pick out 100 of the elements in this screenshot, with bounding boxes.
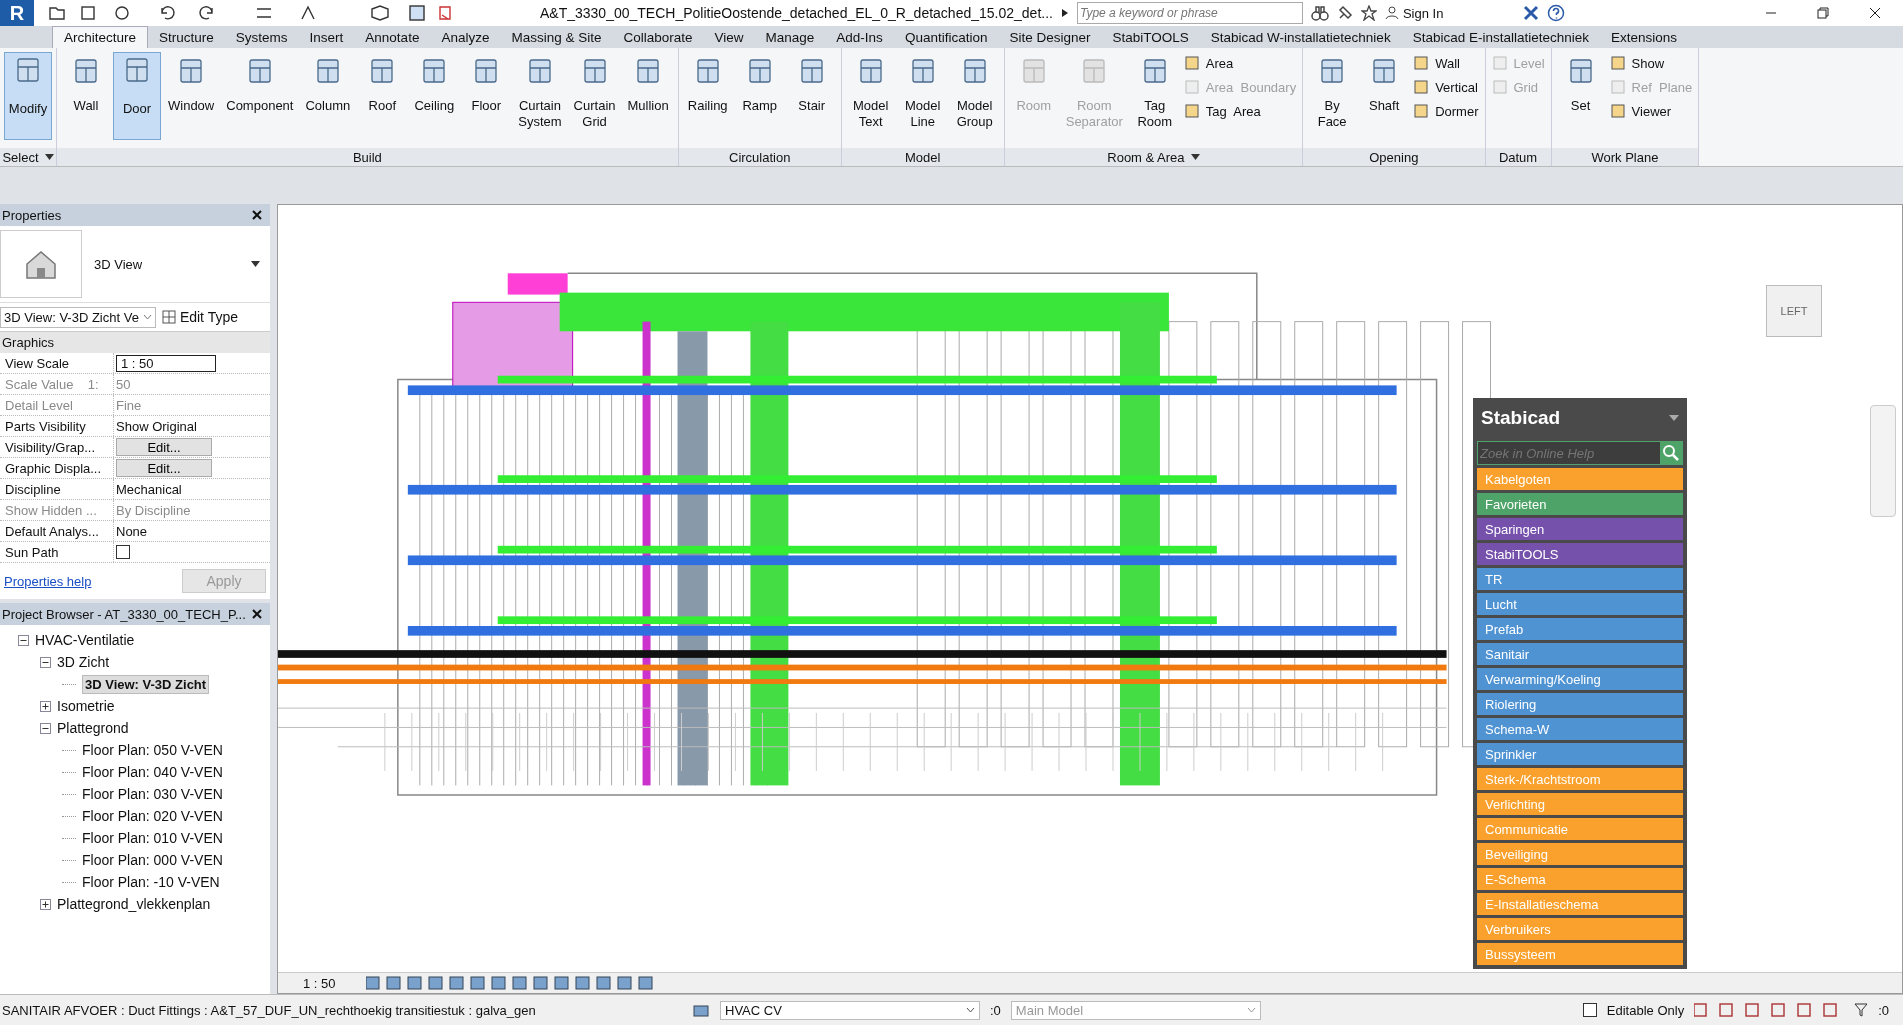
close-icon[interactable] [252, 210, 262, 220]
app-logo[interactable]: R [0, 0, 34, 26]
ribbon-panel-label[interactable]: Model [841, 148, 1004, 166]
collapse-icon[interactable] [40, 722, 51, 734]
expand-icon[interactable] [40, 898, 51, 910]
x-icon[interactable] [1522, 5, 1539, 21]
ribbon-tool-button[interactable]: Model Text [845, 52, 896, 140]
editable-only-label[interactable]: Editable Only [1606, 1002, 1685, 1018]
ribbon-small-button[interactable]: Viewer [1607, 102, 1695, 120]
stabicad-category[interactable]: Sparingen [1477, 518, 1683, 540]
ribbon-tool-button[interactable]: Mullion [622, 52, 674, 140]
collapse-icon[interactable] [18, 634, 29, 646]
tree-item[interactable]: 3D View: V-3D Zicht [82, 674, 210, 694]
ribbon-tool-button[interactable]: Tag Room [1129, 52, 1180, 140]
section-header[interactable]: Graphics [0, 332, 270, 353]
ribbon-tab[interactable]: Quantification [893, 27, 999, 48]
close-icon[interactable] [1869, 7, 1881, 19]
help-icon[interactable] [1546, 4, 1565, 22]
ribbon-small-button[interactable]: Show [1607, 54, 1695, 72]
ribbon-panel-label[interactable]: Circulation [678, 148, 841, 166]
ribbon-tool-button[interactable]: Railing [682, 52, 733, 140]
ribbon-tab[interactable]: Analyze [430, 27, 501, 48]
binoculars-icon[interactable] [1310, 5, 1329, 21]
checkbox[interactable] [1582, 1003, 1597, 1017]
expand-icon[interactable] [40, 700, 51, 712]
close-icon[interactable] [252, 609, 262, 619]
type-selector[interactable]: 3D View [0, 226, 270, 303]
caret-icon[interactable] [44, 154, 54, 160]
ribbon-panel-label[interactable]: Work Plane [1551, 148, 1699, 166]
ribbon-tab[interactable]: Insert [298, 27, 355, 48]
tree-item[interactable]: 3D Zicht [57, 654, 110, 670]
ribbon-tab[interactable]: Site Designer [998, 27, 1102, 48]
ribbon-tab[interactable]: View [703, 27, 755, 48]
ribbon-tab[interactable]: Massing & Site [500, 27, 613, 48]
tree-item[interactable]: Floor Plan: -10 V-VEN [82, 874, 220, 890]
ribbon-tool-button[interactable]: Set [1555, 52, 1606, 140]
ribbon-tab[interactable]: Add-Ins [825, 27, 894, 48]
ribbon-tab[interactable]: Structure [148, 27, 225, 48]
restore-icon[interactable] [1817, 7, 1829, 19]
view-cube[interactable]: LEFT [1766, 285, 1822, 337]
ribbon-tool-button[interactable]: Ramp [734, 52, 785, 140]
ribbon-panel-label[interactable]: Select [0, 148, 56, 166]
ribbon-tool-button[interactable]: Shaft [1359, 52, 1410, 140]
checkbox[interactable] [116, 545, 130, 559]
ribbon-tool-button[interactable]: By Face [1307, 52, 1358, 140]
filter-icon[interactable] [1854, 1003, 1869, 1017]
workset-dropdown[interactable]: HVAC CV [720, 1000, 980, 1020]
ribbon-small-button[interactable]: Dormer [1411, 102, 1481, 120]
ribbon-tab[interactable]: Architecture [52, 26, 149, 48]
ribbon-panel-label[interactable]: Opening [1303, 148, 1485, 166]
edit-button[interactable]: Edit... [116, 438, 212, 456]
caret-icon[interactable] [251, 261, 260, 267]
caret-icon[interactable] [966, 1007, 975, 1013]
tree-item[interactable]: HVAC-Ventilatie [35, 632, 135, 648]
tree-item[interactable]: Floor Plan: 000 V-VEN [82, 852, 223, 868]
sign-in-button[interactable]: Sign In [1384, 5, 1515, 21]
ribbon-tool-button[interactable]: Curtain System [513, 52, 567, 140]
caret-icon[interactable] [1190, 154, 1200, 160]
ribbon-tab[interactable]: Stabicad W-installatietechniek [1199, 27, 1402, 48]
ribbon-tool-button[interactable]: Modify [4, 52, 52, 140]
tree-item[interactable]: Floor Plan: 050 V-VEN [82, 742, 223, 758]
view-scale[interactable]: 1 : 50 [303, 975, 336, 991]
properties-help-link[interactable]: Properties help [4, 573, 92, 589]
ribbon-tab[interactable]: Collaborate [612, 27, 704, 48]
ribbon-tool-button[interactable]: Model Group [949, 52, 1000, 140]
ribbon-panel-label[interactable]: Datum [1485, 148, 1551, 166]
ribbon-tab[interactable]: Manage [754, 27, 826, 48]
star-icon[interactable] [1360, 5, 1377, 21]
tree-item[interactable]: Plattegrond [57, 720, 129, 736]
ribbon-small-button[interactable]: Wall [1411, 54, 1481, 72]
ribbon-tool-button[interactable]: Floor [461, 52, 512, 140]
tree-item[interactable]: Floor Plan: 010 V-VEN [82, 830, 223, 846]
ribbon-tool-button[interactable]: Column [300, 52, 356, 140]
ribbon-tab[interactable]: Extensions [1600, 27, 1689, 48]
ribbon-tool-button[interactable]: Model Line [897, 52, 948, 140]
ribbon-tab[interactable]: Systems [224, 27, 299, 48]
ribbon-small-button[interactable]: Area [1181, 54, 1299, 72]
ribbon-tool-button[interactable]: Window [163, 52, 220, 140]
ribbon-tab[interactable]: Annotate [354, 27, 431, 48]
ribbon-tool-button[interactable]: Component [221, 52, 299, 140]
edit-type-button[interactable]: Edit Type [161, 309, 238, 325]
ribbon-tool-button[interactable]: Roof [357, 52, 408, 140]
property-input[interactable]: 1 : 50 [116, 354, 216, 372]
workset-icon[interactable] [692, 1002, 710, 1018]
tree-item[interactable]: Floor Plan: 030 V-VEN [82, 786, 223, 802]
search-field[interactable]: Type a keyword or phrase [1076, 2, 1303, 24]
ribbon-tool-button[interactable]: Wall [61, 52, 111, 140]
tree-item[interactable]: Isometrie [57, 698, 115, 714]
ribbon-tool-button[interactable]: Ceiling [409, 52, 460, 140]
ribbon-tool-button[interactable]: Door [113, 52, 161, 140]
ribbon-tab[interactable]: Stabicad E-installatietechniek [1401, 27, 1600, 48]
ribbon-small-button[interactable]: Tag Area [1181, 102, 1299, 120]
ribbon-small-button[interactable]: Vertical [1411, 78, 1481, 96]
ribbon-tool-button[interactable]: Stair [786, 52, 837, 140]
collapse-icon[interactable] [40, 656, 51, 668]
instance-selector[interactable]: 3D View: V-3D Zicht Ve [0, 306, 156, 328]
stabicad-category[interactable]: StabiTOOLS [1477, 543, 1683, 565]
edit-button[interactable]: Edit... [116, 459, 212, 477]
tree-item[interactable]: Floor Plan: 020 V-VEN [82, 808, 223, 824]
caret-icon[interactable] [1060, 8, 1069, 18]
